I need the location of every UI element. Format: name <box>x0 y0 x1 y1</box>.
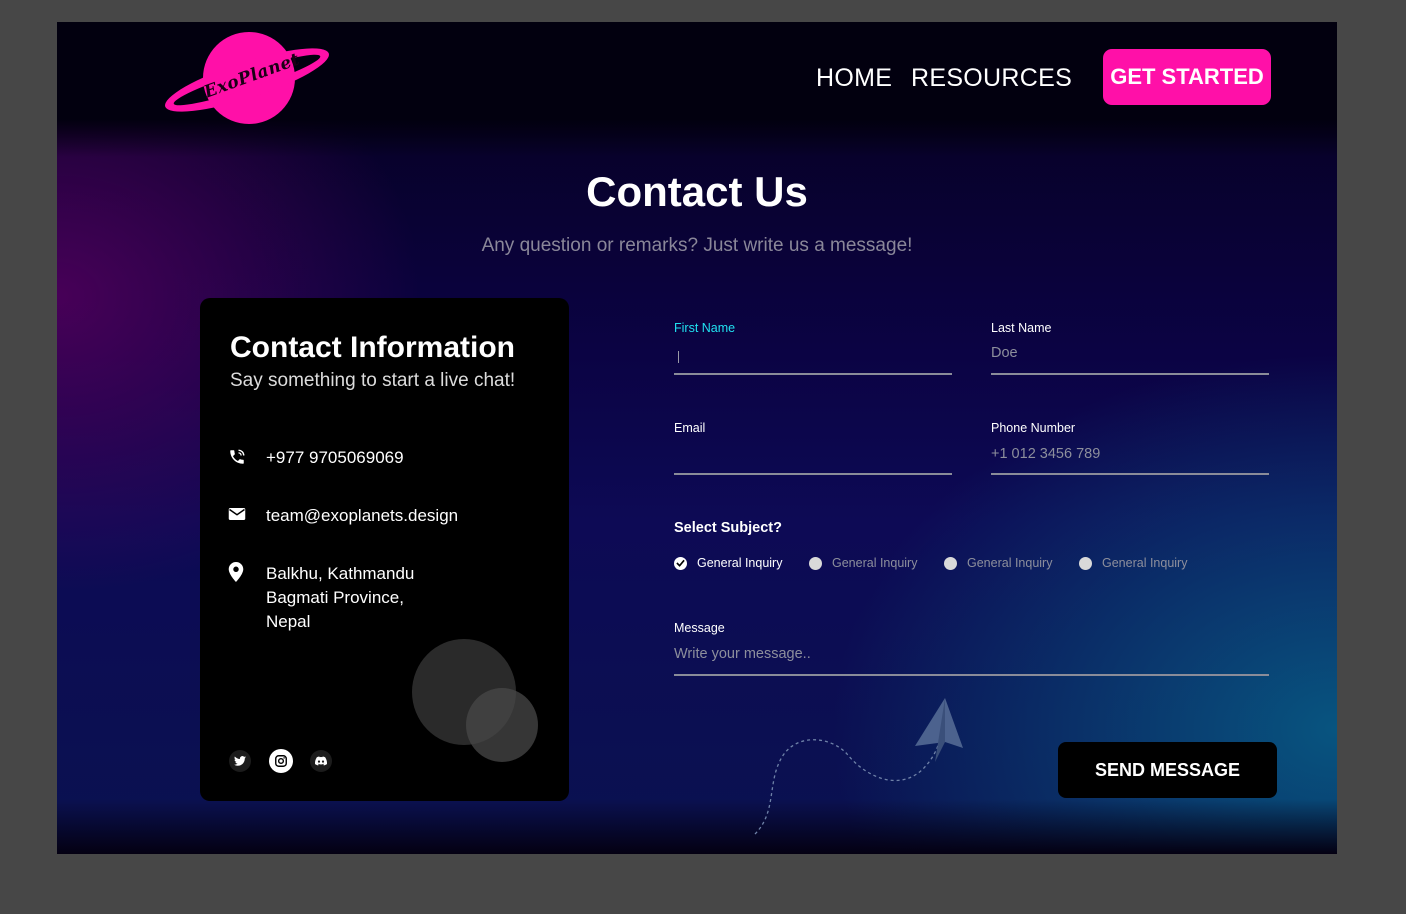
page-subtitle: Any question or remarks? Just write us a… <box>481 235 913 256</box>
first-name-label: First Name <box>674 321 736 335</box>
message-input[interactable]: Write your message.. <box>674 646 811 662</box>
last-name-label: Last Name <box>991 321 1052 335</box>
discord-icon[interactable] <box>310 750 332 772</box>
phone-number-label: Phone Number <box>991 421 1076 435</box>
exoplanet-logo[interactable]: ExoPlanet <box>159 28 335 128</box>
nav-home-link[interactable]: HOME <box>816 64 892 93</box>
mail-icon <box>228 506 266 526</box>
address-text: Balkhu, Kathmandu Bagmati Province, Nepa… <box>266 562 414 634</box>
nav-resources-link[interactable]: RESOURCES <box>911 64 1072 93</box>
contact-email-row[interactable]: team@exoplanets.design <box>228 506 458 526</box>
select-subject-label: Select Subject? <box>674 520 782 536</box>
radio-icon <box>1079 556 1092 570</box>
phone-number-input[interactable]: +1 012 3456 789 <box>991 446 1100 462</box>
location-pin-icon <box>228 562 266 582</box>
text-caret <box>678 351 679 363</box>
subject-radio-option[interactable]: General Inquiry <box>809 556 917 570</box>
email-input[interactable] <box>674 473 952 475</box>
page-title: Contact Us <box>586 168 808 215</box>
contact-phone-row[interactable]: +977 9705069069 <box>228 448 404 468</box>
subject-radio-option[interactable]: General Inquiry <box>674 556 782 570</box>
decorative-circle <box>466 688 538 762</box>
address-line: Balkhu, Kathmandu <box>266 564 415 583</box>
subject-option-label: General Inquiry <box>832 556 918 570</box>
page-frame: ExoPlanet HOME RESOURCES GET STARTED Con… <box>57 22 1337 854</box>
radio-icon <box>809 556 822 570</box>
first-name-input[interactable] <box>674 373 952 375</box>
phone-number-underline <box>991 473 1269 475</box>
email-label: Email <box>674 421 706 435</box>
instagram-icon[interactable] <box>269 749 293 773</box>
checked-radio-icon <box>674 556 687 570</box>
email-address: team@exoplanets.design <box>266 506 459 525</box>
message-underline <box>674 674 1269 676</box>
contact-address-row: Balkhu, Kathmandu Bagmati Province, Nepa… <box>228 562 414 634</box>
subject-option-label: General Inquiry <box>697 556 783 570</box>
message-label: Message <box>674 621 725 635</box>
card-subtitle: Say something to start a live chat! <box>230 370 516 391</box>
phone-number: +977 9705069069 <box>266 448 404 467</box>
last-name-underline <box>991 373 1269 375</box>
address-line: Nepal <box>266 612 311 631</box>
send-message-button[interactable]: SEND MESSAGE <box>1058 742 1277 798</box>
twitter-icon[interactable] <box>229 750 251 772</box>
address-line: Bagmati Province, <box>266 588 404 607</box>
subject-option-label: General Inquiry <box>1102 556 1188 570</box>
contact-information-card: Contact Information Say something to sta… <box>200 298 569 801</box>
last-name-input[interactable]: Doe <box>991 345 1018 361</box>
subject-option-label: General Inquiry <box>967 556 1053 570</box>
phone-icon <box>228 448 266 468</box>
card-title: Contact Information <box>230 331 515 364</box>
get-started-button[interactable]: GET STARTED <box>1103 49 1271 105</box>
subject-radio-option[interactable]: General Inquiry <box>944 556 1052 570</box>
radio-icon <box>944 556 957 570</box>
subject-radio-option[interactable]: General Inquiry <box>1079 556 1187 570</box>
paper-plane-illustration <box>754 698 963 835</box>
